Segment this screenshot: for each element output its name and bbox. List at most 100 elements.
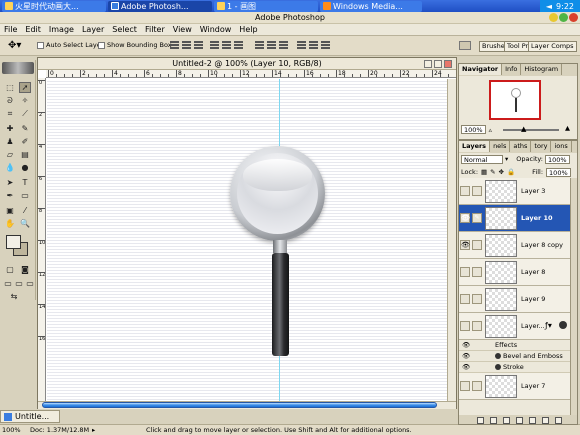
slice-tool-icon[interactable]: ⟋	[19, 108, 31, 119]
align-right-icon[interactable]	[234, 40, 243, 51]
add-style-icon[interactable]	[489, 416, 497, 424]
align-left-icon[interactable]	[210, 40, 219, 51]
eyedropper-tool-icon[interactable]: ⁄	[19, 205, 31, 216]
history-brush-icon[interactable]: ✐	[19, 136, 31, 147]
visibility-toggle[interactable]	[460, 381, 470, 391]
visibility-toggle[interactable]	[460, 294, 470, 304]
layer-row[interactable]: Layer... ƒ▾	[459, 313, 571, 340]
eye-icon[interactable]: 👁	[462, 351, 470, 362]
bounding-box-option[interactable]: Show Bounding Box	[98, 41, 172, 49]
effects-icon[interactable]: ƒ▾	[545, 321, 552, 330]
eye-icon[interactable]: 👁	[462, 340, 470, 351]
screen-mode-3-icon[interactable]: ▭	[24, 278, 36, 289]
tab-history[interactable]: tory	[531, 141, 552, 152]
trash-icon[interactable]	[554, 416, 562, 424]
tab-paths[interactable]: aths	[510, 141, 532, 152]
visibility-toggle[interactable]	[460, 321, 470, 331]
imageready-icon[interactable]: ⇆	[8, 291, 20, 302]
align-vcenter-icon[interactable]	[182, 40, 191, 51]
blend-mode-select[interactable]: Normal	[461, 154, 503, 164]
tab-layers[interactable]: Layers	[459, 141, 491, 152]
healing-brush-icon[interactable]: ✚	[4, 123, 16, 134]
layer-link-toggle[interactable]	[472, 186, 482, 196]
add-mask-icon[interactable]	[502, 416, 510, 424]
paintbrush-icon[interactable]: ✎	[472, 213, 482, 223]
menu-layer[interactable]: Layer	[82, 25, 104, 34]
taskbar-item-media[interactable]: Windows Media...	[320, 0, 422, 12]
menu-help[interactable]: Help	[239, 25, 257, 34]
zoom-tool-icon[interactable]: 🔍	[19, 218, 31, 229]
bounding-box-checkbox[interactable]	[98, 41, 105, 49]
layer-row[interactable]: Layer 3	[459, 178, 571, 205]
lock-position-icon[interactable]: ✥	[499, 168, 504, 176]
distribute-right-icon[interactable]	[321, 40, 330, 51]
tab-channels[interactable]: nels	[490, 141, 511, 152]
zoom-slider-thumb[interactable]: ▲	[521, 125, 526, 133]
distribute-vcenter-icon[interactable]	[267, 40, 276, 51]
menu-filter[interactable]: Filter	[145, 25, 165, 34]
menu-image[interactable]: Image	[49, 25, 74, 34]
hand-tool-icon[interactable]: ✋	[4, 218, 16, 229]
layer-row[interactable]: Layer 7	[459, 373, 571, 400]
doc-close-icon[interactable]	[444, 60, 452, 68]
distribute-top-icon[interactable]	[255, 40, 264, 51]
effects-row[interactable]: 👁 Effects	[459, 340, 571, 351]
navigator-preview[interactable]	[489, 80, 541, 120]
status-doc-size[interactable]: Doc: 1.37M/12.8M	[30, 425, 89, 435]
layer-link-toggle[interactable]	[472, 321, 482, 331]
distribute-left-icon[interactable]	[297, 40, 306, 51]
distribute-bottom-icon[interactable]	[279, 40, 288, 51]
taskbar-item-photoshop[interactable]: Adobe Photosh...	[108, 0, 212, 12]
pen-tool-icon[interactable]: ✒	[4, 190, 16, 201]
lock-image-icon[interactable]: ✎	[490, 168, 495, 176]
zoom-out-icon[interactable]: ▵	[489, 126, 492, 134]
effect-stroke-row[interactable]: 👁 Stroke	[459, 362, 571, 373]
notes-tool-icon[interactable]: ▣	[4, 205, 16, 216]
type-tool-icon[interactable]: T	[19, 177, 31, 188]
tab-layer-comps[interactable]: Layer Comps	[528, 41, 577, 52]
effect-bevel-row[interactable]: 👁 Bevel and Emboss	[459, 351, 571, 362]
horizontal-ruler[interactable]: 0 2 4 6 8 10 12 14 16 18 20 22 24	[46, 70, 456, 78]
menu-select[interactable]: Select	[112, 25, 137, 34]
canvas[interactable]	[47, 79, 447, 401]
link-layers-icon[interactable]	[476, 416, 484, 424]
layer-row[interactable]: Layer 8	[459, 259, 571, 286]
eye-icon[interactable]: 👁	[460, 240, 470, 250]
taskbar-item-1[interactable]: 火星时代动画大...	[2, 0, 106, 12]
lock-all-icon[interactable]: 🔒	[507, 168, 515, 176]
move-tool-icon[interactable]: ➚	[19, 82, 31, 93]
vertical-ruler[interactable]: 0 2 4 6 8 10 12 14 16	[38, 78, 46, 408]
menu-window[interactable]: Window	[200, 25, 232, 34]
magic-wand-tool-icon[interactable]: ✧	[19, 95, 31, 106]
adjustment-layer-icon[interactable]	[528, 416, 536, 424]
layers-scrollbar[interactable]	[570, 178, 577, 418]
auto-select-checkbox[interactable]	[37, 41, 44, 49]
navigator-zoom-field[interactable]: 100%	[461, 125, 486, 134]
blend-dropdown-icon[interactable]: ▾	[505, 155, 508, 163]
zoom-in-icon[interactable]: ▲	[565, 124, 570, 132]
clone-stamp-icon[interactable]: ♟	[4, 136, 16, 147]
maximize-icon[interactable]	[559, 13, 568, 22]
eraser-tool-icon[interactable]: ▱	[4, 149, 16, 160]
dodge-tool-icon[interactable]: ●	[19, 162, 31, 173]
foreground-color-swatch[interactable]	[6, 235, 21, 249]
tab-histogram[interactable]: Histogram	[521, 64, 563, 75]
minimize-icon[interactable]	[549, 13, 558, 22]
layer-style-icon[interactable]	[559, 321, 567, 329]
shape-tool-icon[interactable]: ▭	[19, 190, 31, 201]
layer-link-toggle[interactable]	[472, 381, 482, 391]
status-zoom[interactable]: 100%	[2, 425, 21, 435]
move-tool-preset-icon[interactable]: ✥▾	[8, 40, 21, 51]
gradient-tool-icon[interactable]: ▤	[19, 149, 31, 160]
new-set-icon[interactable]	[515, 416, 523, 424]
minimized-document[interactable]: Untitle...	[0, 410, 60, 423]
layer-row[interactable]: Layer 9	[459, 286, 571, 313]
distribute-hcenter-icon[interactable]	[309, 40, 318, 51]
crop-tool-icon[interactable]: ⌗	[4, 108, 16, 119]
opacity-field[interactable]: 100%	[544, 154, 570, 164]
eye-icon[interactable]: 👁	[460, 213, 470, 223]
path-select-icon[interactable]: ➤	[4, 177, 16, 188]
visibility-toggle[interactable]	[460, 186, 470, 196]
close-icon[interactable]	[569, 13, 578, 22]
doc-minimize-icon[interactable]	[424, 60, 432, 68]
